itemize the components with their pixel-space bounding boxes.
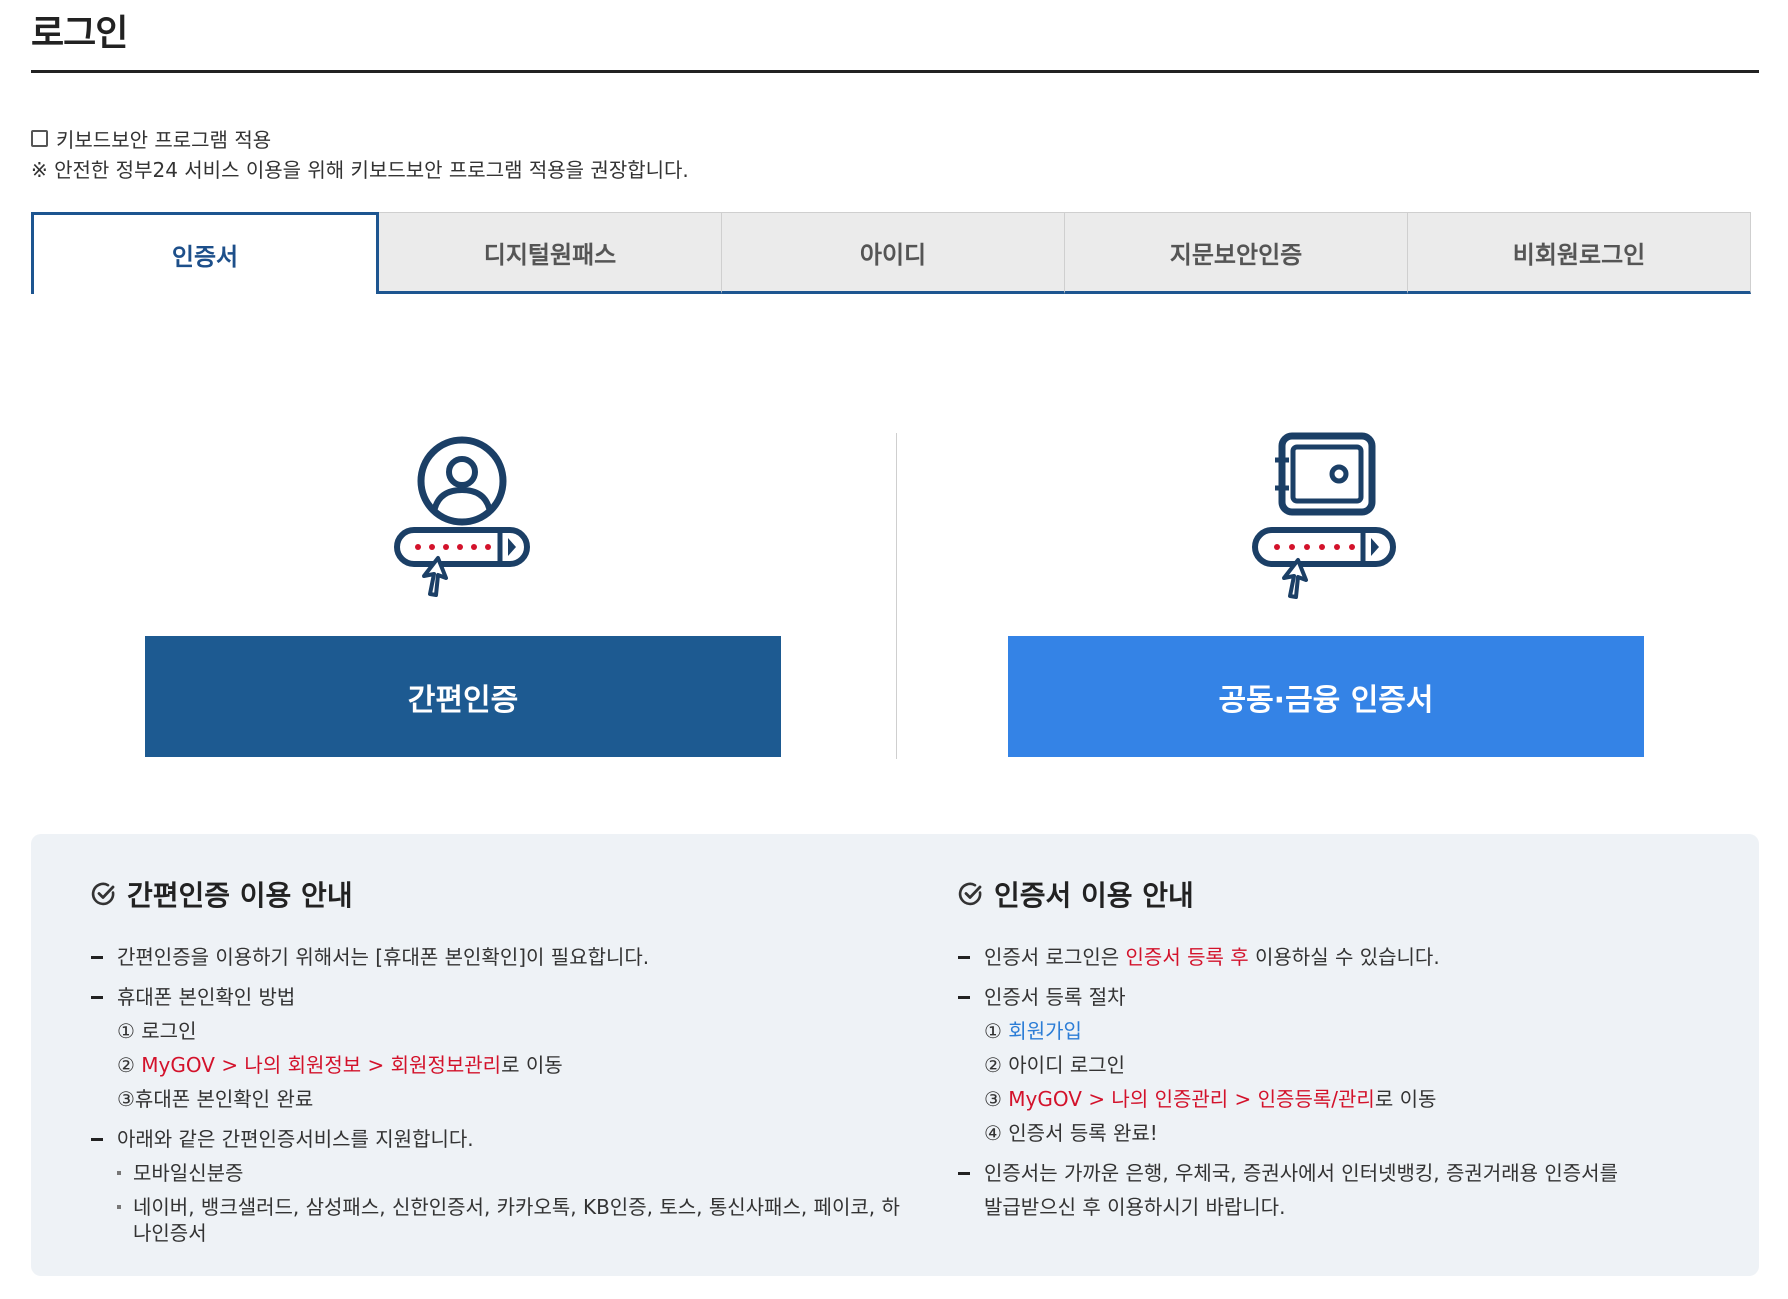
cert-guide-title: 인증서 이용 안내 xyxy=(994,879,1194,912)
guide-text: 이용하실 수 있습니다. xyxy=(1248,945,1440,969)
list-item: 간편인증을 이용하기 위해서는 [휴대폰 본인확인]이 필요합니다. xyxy=(91,944,911,970)
guide-text: 인증서 등록 절차 xyxy=(984,985,1126,1009)
cert-guide: 인증서 이용 안내 인증서 로그인은 인증서 등록 후 이용하실 수 있습니다.… xyxy=(958,874,1738,1234)
user-password-icon xyxy=(392,434,536,604)
simple-auth-guide-title: 간편인증 이용 안내 xyxy=(127,879,353,912)
keyboard-security-checkbox[interactable] xyxy=(31,130,48,147)
step-number: ② xyxy=(117,1053,142,1077)
cert-guide-heading: 인증서 이용 안내 xyxy=(958,874,1738,914)
guide-text: 휴대폰 본인확인 방법 xyxy=(117,985,296,1009)
guide-text: 로 이동 xyxy=(501,1053,563,1077)
list-item: 인증서 등록 절차 ① 회원가입 ② 아이디 로그인 ③ MyGOV > 나의 … xyxy=(958,984,1738,1146)
guide-step: ① 회원가입 xyxy=(984,1018,1738,1044)
joint-financial-cert-button[interactable]: 공동·금융 인증서 xyxy=(1008,636,1644,757)
check-circle-icon xyxy=(958,882,982,906)
mygov-path-text: MyGOV > 나의 인증관리 > 인증등록/관리 xyxy=(1008,1087,1375,1111)
guide-text: 간편인증을 이용하기 위해서는 [휴대폰 본인확인]이 필요합니다. xyxy=(117,945,650,969)
tab-guest-login[interactable]: 비회원로그인 xyxy=(1408,212,1751,294)
highlight-text: 인증서 등록 후 xyxy=(1125,945,1249,969)
guide-step: ③ MyGOV > 나의 인증관리 > 인증등록/관리로 이동 xyxy=(984,1086,1738,1112)
guide-step: ② MyGOV > 나의 회원정보 > 회원정보관리로 이동 xyxy=(117,1052,911,1078)
guide-step: ① 로그인 xyxy=(117,1019,197,1043)
page-title: 로그인 xyxy=(31,13,128,54)
login-method-tabs: 인증서 디지털원패스 아이디 지문보안인증 비회원로그인 xyxy=(31,212,1751,294)
keyboard-security-label[interactable]: 키보드보안 프로그램 적용 xyxy=(56,124,271,153)
signup-link[interactable]: 회원가입 xyxy=(1008,1019,1082,1043)
simple-auth-button[interactable]: 간편인증 xyxy=(145,636,781,757)
step-number: ③ xyxy=(984,1087,1009,1111)
simple-auth-guide-list: 간편인증을 이용하기 위해서는 [휴대폰 본인확인]이 필요합니다. 휴대폰 본… xyxy=(91,944,911,1246)
supported-service: 모바일신분증 xyxy=(117,1160,911,1186)
tab-certificate[interactable]: 인증서 xyxy=(31,212,379,294)
auth-divider xyxy=(896,433,897,759)
keyboard-security-note: ※ 안전한 정부24 서비스 이용을 위해 키보드보안 프로그램 적용을 권장합… xyxy=(31,158,689,182)
tab-id[interactable]: 아이디 xyxy=(722,212,1065,294)
supported-service: 네이버, 뱅크샐러드, 삼성패스, 신한인증서, 카카오톡, KB인증, 토스,… xyxy=(117,1194,911,1246)
guide-panel: 간편인증 이용 안내 간편인증을 이용하기 위해서는 [휴대폰 본인확인]이 필… xyxy=(31,834,1759,1276)
list-item: 아래와 같은 간편인증서비스를 지원합니다. 모바일신분증 네이버, 뱅크샐러드… xyxy=(91,1126,911,1246)
list-item: 휴대폰 본인확인 방법 ① 로그인 ② MyGOV > 나의 회원정보 > 회원… xyxy=(91,984,911,1112)
guide-step: ④ 인증서 등록 완료! xyxy=(984,1121,1158,1145)
simple-auth-guide: 간편인증 이용 안내 간편인증을 이용하기 위해서는 [휴대폰 본인확인]이 필… xyxy=(91,874,911,1260)
guide-text: 아래와 같은 간편인증서비스를 지원합니다. xyxy=(117,1127,474,1151)
guide-text: 발급받으신 후 이용하시기 바랍니다. xyxy=(984,1195,1286,1219)
list-item: 인증서는 가까운 은행, 우체국, 증권사에서 인터넷뱅킹, 증권거래용 인증서… xyxy=(958,1160,1738,1220)
tab-fingerprint[interactable]: 지문보안인증 xyxy=(1065,212,1408,294)
guide-text: 인증서 로그인은 xyxy=(984,945,1126,969)
check-circle-icon xyxy=(91,882,115,906)
step-number: ① xyxy=(984,1019,1009,1043)
simple-auth-guide-heading: 간편인증 이용 안내 xyxy=(91,874,911,914)
guide-text: 로 이동 xyxy=(1374,1087,1437,1111)
cert-guide-list: 인증서 로그인은 인증서 등록 후 이용하실 수 있습니다. 인증서 등록 절차… xyxy=(958,944,1738,1220)
keyboard-security-option[interactable]: 키보드보안 프로그램 적용 xyxy=(31,124,271,153)
guide-text: 인증서는 가까운 은행, 우체국, 증권사에서 인터넷뱅킹, 증권거래용 인증서… xyxy=(984,1161,1618,1185)
list-item: 인증서 로그인은 인증서 등록 후 이용하실 수 있습니다. xyxy=(958,944,1738,970)
guide-step: ③휴대폰 본인확인 완료 xyxy=(117,1087,314,1111)
tab-digital-onepass[interactable]: 디지털원패스 xyxy=(379,212,722,294)
guide-step: ② 아이디 로그인 xyxy=(984,1053,1126,1077)
safe-password-icon xyxy=(1249,432,1401,606)
title-divider xyxy=(31,70,1759,73)
mygov-path-text: MyGOV > 나의 회원정보 > 회원정보관리 xyxy=(141,1053,502,1077)
